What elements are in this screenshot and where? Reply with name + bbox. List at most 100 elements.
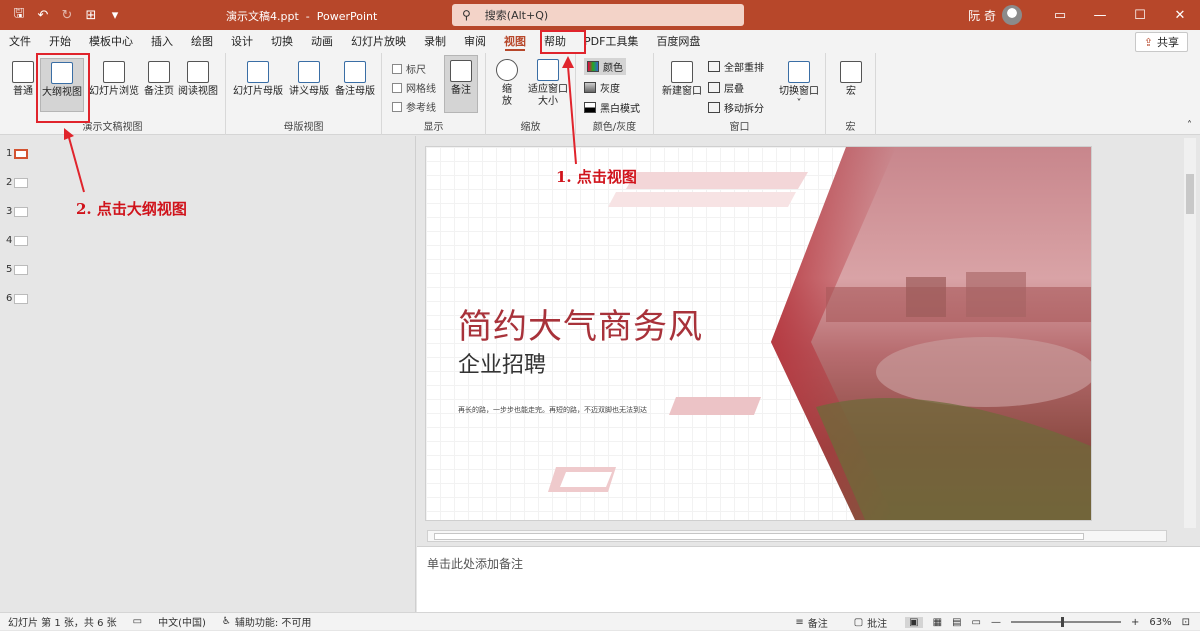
color-icon: [587, 61, 599, 72]
slide-canvas[interactable]: 简约大气商务风 企业招聘 再长的路，一步步也能走完。再短的路，不迈双脚也无法到达: [425, 146, 1092, 521]
language[interactable]: 中文(中国): [150, 614, 214, 629]
slide-editor: 简约大气商务风 企业招聘 再长的路，一步步也能走完。再短的路，不迈双脚也无法到达: [417, 136, 1200, 546]
slide-title[interactable]: 简约大气商务风: [458, 299, 703, 348]
notes-pane[interactable]: 单击此处添加备注: [417, 546, 1200, 612]
maximize-icon[interactable]: ☐: [1120, 0, 1160, 30]
zoom-icon: [496, 59, 518, 81]
ruler-checkbox[interactable]: 标尺: [392, 61, 426, 76]
notes-page-button[interactable]: 备注页: [142, 61, 176, 98]
group-presentation-views: 普通 大纲视图 幻灯片浏览 备注页 阅读视图 演示文稿视图: [0, 53, 226, 135]
cascade-button[interactable]: 层叠: [708, 80, 744, 95]
move-split-button[interactable]: 移动拆分: [708, 100, 764, 115]
macros-button[interactable]: 宏: [838, 61, 864, 98]
share-icon: ⇪: [1143, 35, 1153, 49]
notes-master-button[interactable]: 备注母版: [332, 61, 378, 98]
collapse-ribbon-icon[interactable]: ˄: [1187, 120, 1192, 131]
save-icon[interactable]: 🖫: [8, 4, 30, 26]
slide-caption[interactable]: 再长的路，一步步也能走完。再短的路，不迈双脚也无法到达: [458, 405, 647, 415]
annotation-arrow-1: [562, 56, 577, 165]
spellcheck-icon[interactable]: ▭: [125, 616, 150, 627]
slide-thumbnail[interactable]: 2: [6, 177, 29, 188]
tab-11[interactable]: 视图: [495, 30, 535, 53]
slide-thumbnail[interactable]: 3: [6, 206, 29, 217]
tab-4[interactable]: 绘图: [182, 30, 222, 53]
highlight-view-tab: [540, 30, 586, 54]
handout-master-button[interactable]: 讲义母版: [286, 61, 332, 98]
group-window: 新建窗口 全部重排 层叠 移动拆分 切换窗口 ˅ 窗口: [654, 53, 826, 135]
ribbon: 普通 大纲视图 幻灯片浏览 备注页 阅读视图 演示文稿视图 幻灯片母版 讲义母版: [0, 53, 1200, 135]
undo-icon[interactable]: ↶: [32, 4, 54, 26]
normal-view-icon[interactable]: ▣: [905, 616, 923, 628]
zoom-in-icon[interactable]: +: [1131, 617, 1139, 628]
gridlines-checkbox[interactable]: 网格线: [392, 80, 436, 95]
slide-number: 6: [6, 293, 13, 304]
highlight-outline-view: [36, 53, 90, 123]
handout-master-icon: [298, 61, 320, 83]
zoom-slider[interactable]: [1010, 617, 1121, 627]
notes-status-button[interactable]: ≡ 备注: [787, 615, 835, 630]
guides-checkbox[interactable]: 参考线: [392, 99, 436, 114]
ribbon-display-icon[interactable]: ▭: [1040, 0, 1080, 30]
zoom-out-icon[interactable]: —: [991, 617, 1001, 628]
user-name[interactable]: 阮 奇: [968, 7, 996, 24]
redo-icon[interactable]: ↻: [56, 4, 78, 26]
slide-sorter-icon: [103, 61, 125, 83]
slide-thumbnail[interactable]: 5: [6, 264, 29, 275]
minimize-icon[interactable]: —: [1080, 0, 1120, 30]
chevron-down-icon: ˅: [796, 98, 802, 109]
tab-1[interactable]: 开始: [40, 30, 80, 53]
group-label: 演示文稿视图: [82, 122, 143, 133]
slide-thumbnail[interactable]: 1: [6, 148, 29, 159]
slide-sorter-icon[interactable]: ▦: [933, 617, 942, 628]
tab-5[interactable]: 设计: [222, 30, 262, 53]
slideshow-icon[interactable]: ▭: [972, 617, 981, 628]
color-button[interactable]: 颜色: [584, 58, 626, 75]
zoom-button[interactable]: 缩放: [492, 59, 522, 108]
customize-quick-access-icon[interactable]: ▾: [104, 4, 126, 26]
tab-3[interactable]: 插入: [142, 30, 182, 53]
reading-view-icon[interactable]: ▤: [952, 617, 961, 628]
vertical-scrollbar[interactable]: [1184, 138, 1196, 528]
switch-window-button[interactable]: 切换窗口 ˅: [776, 61, 822, 110]
present-icon[interactable]: ⊞: [80, 4, 102, 26]
switch-window-icon: [788, 61, 810, 83]
tab-2[interactable]: 模板中心: [80, 30, 142, 53]
reading-view-button[interactable]: 阅读视图: [176, 61, 220, 98]
comments-status-button[interactable]: ▢ 批注: [846, 615, 895, 630]
tab-0[interactable]: 文件: [0, 30, 40, 53]
tab-10[interactable]: 审阅: [455, 30, 495, 53]
status-bar: 幻灯片 第 1 张，共 6 张 ▭ 中文(中国) ♿ 辅助功能: 不可用 ≡ 备注 …: [0, 612, 1200, 630]
fit-window-icon: [537, 59, 559, 81]
avatar[interactable]: [1002, 5, 1022, 25]
horizontal-scrollbar[interactable]: [427, 530, 1167, 542]
notes-toggle-button[interactable]: 备注: [444, 55, 478, 113]
tab-6[interactable]: 切换: [262, 30, 302, 53]
slide-thumbnail[interactable]: 6: [6, 293, 29, 304]
window-title: 演示文稿4.ppt - PowerPoint: [226, 10, 378, 23]
new-window-icon: [671, 61, 693, 83]
slide-subtitle[interactable]: 企业招聘: [458, 347, 546, 379]
fit-slide-icon[interactable]: ⊡: [1182, 617, 1190, 628]
tab-8[interactable]: 幻灯片放映: [342, 30, 415, 53]
zoom-level[interactable]: 63%: [1149, 617, 1171, 628]
slide-number: 1: [6, 148, 13, 159]
slide-sorter-button[interactable]: 幻灯片浏览: [86, 61, 142, 98]
black-white-button[interactable]: 黑白模式: [584, 100, 640, 115]
tab-9[interactable]: 录制: [415, 30, 455, 53]
tab-14[interactable]: 百度网盘: [647, 30, 709, 53]
slide-master-button[interactable]: 幻灯片母版: [232, 61, 284, 98]
notes-icon: ≡: [795, 616, 804, 628]
slide-thumbnail[interactable]: 4: [6, 235, 29, 246]
annotation-step-2: 2. 点击大纲视图: [76, 200, 187, 218]
arrange-all-button[interactable]: 全部重排: [708, 59, 764, 74]
tab-7[interactable]: 动画: [302, 30, 342, 53]
new-window-button[interactable]: 新建窗口: [658, 61, 706, 98]
normal-view-button[interactable]: 普通: [8, 61, 38, 98]
move-split-icon: [708, 102, 720, 113]
group-label: 宏: [845, 122, 856, 133]
search-box[interactable]: ⚲ 搜索(Alt+Q): [452, 4, 744, 26]
grayscale-button[interactable]: 灰度: [584, 80, 620, 95]
accessibility-status[interactable]: ♿ 辅助功能: 不可用: [214, 614, 320, 629]
close-icon[interactable]: ✕: [1160, 0, 1200, 30]
share-button[interactable]: ⇪ 共享: [1134, 32, 1188, 52]
